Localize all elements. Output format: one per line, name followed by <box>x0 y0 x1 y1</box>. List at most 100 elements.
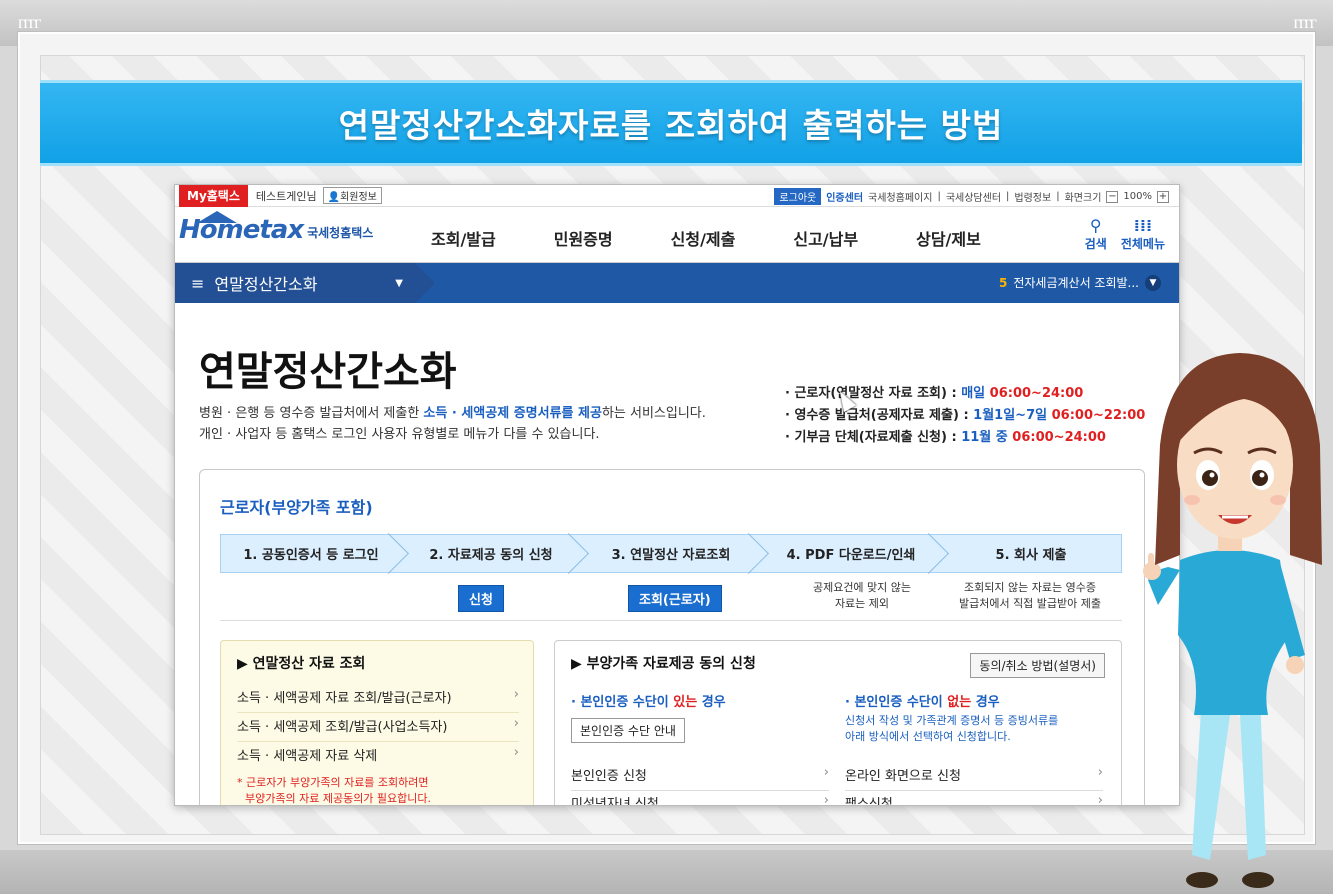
nav-item-inquiry[interactable]: 조회/발급 <box>431 226 496 250</box>
main-nav: Hometax 국세청홈택스 조회/발급 민원증명 신청/제출 신고/납부 상담… <box>175 207 1179 263</box>
schedule-period: 11월 중 <box>961 430 1008 445</box>
utility-links: 로그아웃 인증센터 국세청홈페이지 | 국세상담센터 | 법령정보 | 화면크기 − … <box>774 188 1169 205</box>
desc-line-1: 병원 · 은행 등 영수증 발급처에서 제출한 소득 · 세액공제 증명서류를 … <box>199 403 706 424</box>
search-label: 검색 <box>1084 237 1107 251</box>
nts-counsel-link[interactable]: 국세상담센터 <box>946 189 1001 204</box>
self-auth-apply-link[interactable]: 본인인증 신청 › <box>571 765 829 791</box>
law-info-link[interactable]: 법령정보 <box>1014 189 1051 204</box>
nav-item-application[interactable]: 신청/제출 <box>671 226 736 250</box>
member-info-label: 회원정보 <box>340 192 377 203</box>
screen-size-label: 화면크기 <box>1064 193 1102 204</box>
search-icon: ⚲ <box>1089 216 1102 235</box>
frame-ornament-right: ᴦᴦᴦᴦ <box>1293 12 1316 33</box>
nav-item-filing[interactable]: 신고/납부 <box>793 226 858 250</box>
step-1: 1. 공동인증서 등 로그인 <box>221 535 401 572</box>
utility-bar: My홈택스 테스트게인님 👤회원정보 로그아웃 인증센터 국세청홈페이지 | 국세… <box>175 185 1179 207</box>
my-hometax-button[interactable]: My홈택스 <box>179 185 248 207</box>
nts-home-link[interactable]: 국세청홈페이지 <box>868 189 932 204</box>
zoom-in-button[interactable]: + <box>1157 190 1169 203</box>
member-info-button[interactable]: 👤회원정보 <box>322 187 382 204</box>
note-line1: 신청서 작성 및 가족관계 증명서 등 증빙서류를 <box>845 714 1059 727</box>
step-4: 4. PDF 다운로드/인쇄 <box>761 535 941 572</box>
banner-title: 연말정산간소화자료를 조회하여 출력하는 방법 <box>338 106 1004 145</box>
minor-child-apply-link[interactable]: 미성년자녀 신청 › <box>571 793 829 806</box>
delete-data-link[interactable]: 소득 · 세액공제 자료 삭제 › <box>237 745 519 770</box>
online-apply-label: 온라인 화면으로 신청 <box>845 769 961 784</box>
frame-bottom <box>0 850 1333 894</box>
step4-note-line1: 공제요건에 맞지 않는 <box>812 581 912 594</box>
step4-note: 공제요건에 맞지 않는 자료는 제외 <box>792 580 932 612</box>
logo-subtitle: 국세청홈택스 <box>307 226 374 240</box>
chevron-right-icon: › <box>1097 793 1103 806</box>
presenter-character <box>1143 353 1322 888</box>
user-name: 테스트게인님 <box>255 189 317 203</box>
dependent-warning: * 근로자가 부양가족의 자료를 조회하려면 부양가족의 자료 제공동의가 필요… <box>237 775 431 805</box>
step-5: 5. 회사 제출 <box>995 548 1067 563</box>
nav-item-certificate[interactable]: 민원증명 <box>554 226 613 250</box>
desc-line-1-post: 하는 서비스입니다. <box>601 406 706 421</box>
fax-apply-link[interactable]: 팩스신청 › <box>845 793 1103 806</box>
schedule-row: · 영수증 발급처(공제자료 제출) : 1월1일~7일 06:00~22:00 <box>785 405 1145 427</box>
search-button[interactable]: ⚲ 검색 <box>1085 217 1107 252</box>
logout-button[interactable]: 로그아웃 <box>774 188 822 205</box>
apply-button[interactable]: 신청 <box>458 585 504 612</box>
grid-icon: ⁞⁞⁞ <box>1133 216 1153 235</box>
chevron-right-icon: › <box>823 793 829 806</box>
hometax-window: My홈택스 테스트게인님 👤회원정보 로그아웃 인증센터 국세청홈페이지 | 국세… <box>174 184 1180 806</box>
desc-line-2: 개인 · 사업자 등 홈택스 로그인 사용자 유형별로 메뉴가 다를 수 있습니… <box>199 427 600 442</box>
notice-number: 5 <box>998 275 1008 290</box>
auth-unavailable-red: 없는 <box>947 695 972 710</box>
auth-available-post: 경우 <box>697 695 726 710</box>
nav-right: ⚲ 검색 ⁞⁞⁞ 전체메뉴 <box>1085 217 1165 252</box>
chevron-right-icon: › <box>513 716 519 731</box>
delete-data-link-label: 소득 · 세액공제 자료 삭제 <box>237 749 378 764</box>
chevron-down-icon[interactable]: ▼ <box>1145 274 1161 291</box>
hometax-logo[interactable]: Hometax 국세청홈택스 <box>179 211 374 245</box>
step5-note: 조회되지 않는 자료는 영수증 발급처에서 직접 발급받아 제출 <box>940 580 1120 612</box>
worker-inquiry-button[interactable]: 조회(근로자) <box>628 585 722 612</box>
chevron-right-icon: › <box>823 765 829 780</box>
house-roof-icon <box>197 211 237 223</box>
step4-note-line2: 자료는 제외 <box>834 597 890 610</box>
consent-guide-button[interactable]: 동의/취소 방법(설명서) <box>970 653 1105 678</box>
nav-menu: 조회/발급 민원증명 신청/제출 신고/납부 상담/제보 <box>431 226 981 250</box>
inquiry-link-business-label: 소득 · 세액공제 조회/발급(사업소득자) <box>237 720 448 735</box>
desc-line-1-pre: 병원 · 은행 등 영수증 발급처에서 제출한 <box>199 406 424 421</box>
inquiry-link-business[interactable]: 소득 · 세액공제 조회/발급(사업소득자) › <box>237 716 519 742</box>
auth-available-heading: · 본인인증 수단이 있는 경우 <box>571 691 726 710</box>
all-menu-button[interactable]: ⁞⁞⁞ 전체메뉴 <box>1121 217 1165 252</box>
auth-guide-button[interactable]: 본인인증 수단 안내 <box>571 718 685 743</box>
step-2: 2. 자료제공 동의 신청 <box>401 535 581 572</box>
auth-unavailable-pre: · 본인인증 수단이 <box>845 695 948 710</box>
title-banner: 연말정산간소화자료를 조회하여 출력하는 방법 <box>40 80 1302 166</box>
zoom-out-button[interactable]: − <box>1106 190 1119 203</box>
cert-center-link[interactable]: 인증센터 <box>826 189 863 204</box>
schedule-label: · 영수증 발급처(공제자료 제출) : <box>785 408 974 423</box>
auth-unavailable-note: 신청서 작성 및 가족관계 증명서 등 증빙서류를 아래 방식에서 선택하여 신… <box>845 713 1058 745</box>
desc-line-1-highlight: 소득 · 세액공제 증명서류를 제공 <box>423 406 602 421</box>
note-line2: 아래 방식에서 선택하여 신청합니다. <box>845 730 1011 743</box>
panel-right-title: ▶ 부양가족 자료제공 동의 신청 <box>571 656 756 672</box>
year-end-inquiry-panel: ▶ 연말정산 자료 조회 소득 · 세액공제 자료 조회/발급(근로자) › 소득… <box>220 640 534 805</box>
inquiry-link-worker[interactable]: 소득 · 세액공제 자료 조회/발급(근로자) › <box>237 687 519 713</box>
caret-down-icon: ▼ <box>395 277 403 289</box>
notice-text: 전자세금계산서 조회발... <box>1013 276 1139 290</box>
auth-unavailable-heading: · 본인인증 수단이 없는 경우 <box>845 691 1000 710</box>
online-apply-link[interactable]: 온라인 화면으로 신청 › <box>845 765 1103 791</box>
chevron-right-icon: › <box>513 745 519 760</box>
schedule-time: 06:00~24:00 <box>1012 430 1106 445</box>
person-icon: 👤 <box>327 192 341 203</box>
panel-left-title: ▶ 연말정산 자료 조회 <box>237 656 366 672</box>
page-description: 병원 · 은행 등 영수증 발급처에서 제출한 소득 · 세액공제 증명서류를 … <box>199 403 706 445</box>
chevron-right-icon: › <box>1097 765 1103 780</box>
nav-item-consult[interactable]: 상담/제보 <box>916 226 981 250</box>
section-menu-dropdown[interactable]: ≡ 연말정산간소화 ▼ <box>175 263 435 303</box>
notice-ticker[interactable]: 5 전자세금계산서 조회발... ▼ <box>999 274 1161 291</box>
auth-available-pre: · 본인인증 수단이 <box>571 695 674 710</box>
auth-unavailable-post: 경우 <box>971 695 1000 710</box>
divider <box>220 620 1122 621</box>
section-menu-label: 연말정산간소화 <box>214 275 318 294</box>
inquiry-link-worker-label: 소득 · 세액공제 자료 조회/발급(근로자) <box>237 691 452 706</box>
step5-note-line1: 조회되지 않는 자료는 영수증 <box>964 581 1096 594</box>
auth-available-red: 있는 <box>673 695 698 710</box>
